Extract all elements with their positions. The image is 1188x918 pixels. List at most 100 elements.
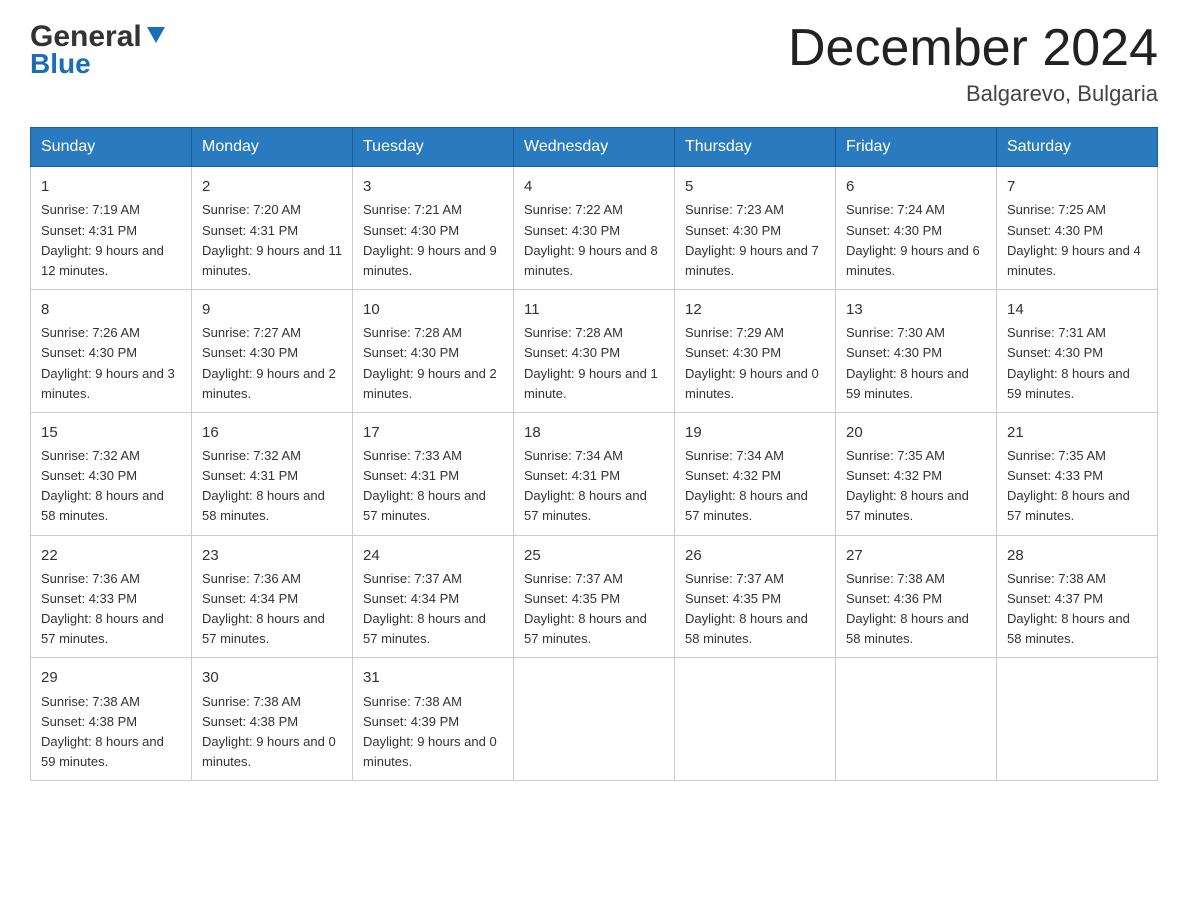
table-row: 3 Sunrise: 7:21 AMSunset: 4:30 PMDayligh… (353, 167, 514, 290)
day-number: 13 (846, 298, 986, 321)
day-info: Sunrise: 7:35 AMSunset: 4:33 PMDaylight:… (1007, 448, 1130, 523)
table-row: 9 Sunrise: 7:27 AMSunset: 4:30 PMDayligh… (192, 290, 353, 413)
day-info: Sunrise: 7:36 AMSunset: 4:34 PMDaylight:… (202, 571, 325, 646)
table-row: 30 Sunrise: 7:38 AMSunset: 4:38 PMDaylig… (192, 658, 353, 781)
day-number: 4 (524, 175, 664, 198)
table-row (836, 658, 997, 781)
day-info: Sunrise: 7:36 AMSunset: 4:33 PMDaylight:… (41, 571, 164, 646)
day-number: 9 (202, 298, 342, 321)
day-info: Sunrise: 7:24 AMSunset: 4:30 PMDaylight:… (846, 202, 980, 277)
day-info: Sunrise: 7:26 AMSunset: 4:30 PMDaylight:… (41, 325, 175, 400)
table-row: 31 Sunrise: 7:38 AMSunset: 4:39 PMDaylig… (353, 658, 514, 781)
table-row: 22 Sunrise: 7:36 AMSunset: 4:33 PMDaylig… (31, 535, 192, 658)
table-row: 16 Sunrise: 7:32 AMSunset: 4:31 PMDaylig… (192, 412, 353, 535)
table-row: 21 Sunrise: 7:35 AMSunset: 4:33 PMDaylig… (997, 412, 1158, 535)
calendar-week-row: 15 Sunrise: 7:32 AMSunset: 4:30 PMDaylig… (31, 412, 1158, 535)
col-wednesday: Wednesday (514, 128, 675, 167)
day-info: Sunrise: 7:22 AMSunset: 4:30 PMDaylight:… (524, 202, 658, 277)
day-number: 26 (685, 544, 825, 567)
day-number: 1 (41, 175, 181, 198)
day-info: Sunrise: 7:21 AMSunset: 4:30 PMDaylight:… (363, 202, 497, 277)
day-info: Sunrise: 7:20 AMSunset: 4:31 PMDaylight:… (202, 202, 342, 277)
table-row: 24 Sunrise: 7:37 AMSunset: 4:34 PMDaylig… (353, 535, 514, 658)
calendar-week-row: 8 Sunrise: 7:26 AMSunset: 4:30 PMDayligh… (31, 290, 1158, 413)
day-info: Sunrise: 7:30 AMSunset: 4:30 PMDaylight:… (846, 325, 969, 400)
table-row: 15 Sunrise: 7:32 AMSunset: 4:30 PMDaylig… (31, 412, 192, 535)
table-row: 27 Sunrise: 7:38 AMSunset: 4:36 PMDaylig… (836, 535, 997, 658)
day-number: 16 (202, 421, 342, 444)
col-friday: Friday (836, 128, 997, 167)
table-row: 8 Sunrise: 7:26 AMSunset: 4:30 PMDayligh… (31, 290, 192, 413)
day-number: 17 (363, 421, 503, 444)
table-row: 10 Sunrise: 7:28 AMSunset: 4:30 PMDaylig… (353, 290, 514, 413)
day-info: Sunrise: 7:37 AMSunset: 4:35 PMDaylight:… (524, 571, 647, 646)
day-info: Sunrise: 7:29 AMSunset: 4:30 PMDaylight:… (685, 325, 819, 400)
table-row: 29 Sunrise: 7:38 AMSunset: 4:38 PMDaylig… (31, 658, 192, 781)
col-monday: Monday (192, 128, 353, 167)
day-info: Sunrise: 7:38 AMSunset: 4:36 PMDaylight:… (846, 571, 969, 646)
title-block: December 2024 Balgarevo, Bulgaria (788, 20, 1158, 107)
col-sunday: Sunday (31, 128, 192, 167)
table-row: 1 Sunrise: 7:19 AMSunset: 4:31 PMDayligh… (31, 167, 192, 290)
day-number: 8 (41, 298, 181, 321)
table-row: 19 Sunrise: 7:34 AMSunset: 4:32 PMDaylig… (675, 412, 836, 535)
table-row: 23 Sunrise: 7:36 AMSunset: 4:34 PMDaylig… (192, 535, 353, 658)
day-number: 15 (41, 421, 181, 444)
table-row: 12 Sunrise: 7:29 AMSunset: 4:30 PMDaylig… (675, 290, 836, 413)
month-title: December 2024 (788, 20, 1158, 77)
day-number: 18 (524, 421, 664, 444)
table-row: 14 Sunrise: 7:31 AMSunset: 4:30 PMDaylig… (997, 290, 1158, 413)
table-row (675, 658, 836, 781)
day-info: Sunrise: 7:37 AMSunset: 4:34 PMDaylight:… (363, 571, 486, 646)
table-row: 7 Sunrise: 7:25 AMSunset: 4:30 PMDayligh… (997, 167, 1158, 290)
day-info: Sunrise: 7:37 AMSunset: 4:35 PMDaylight:… (685, 571, 808, 646)
day-info: Sunrise: 7:32 AMSunset: 4:30 PMDaylight:… (41, 448, 164, 523)
table-row: 26 Sunrise: 7:37 AMSunset: 4:35 PMDaylig… (675, 535, 836, 658)
day-info: Sunrise: 7:38 AMSunset: 4:38 PMDaylight:… (202, 694, 336, 769)
day-info: Sunrise: 7:25 AMSunset: 4:30 PMDaylight:… (1007, 202, 1141, 277)
calendar-header-row: Sunday Monday Tuesday Wednesday Thursday… (31, 128, 1158, 167)
table-row: 28 Sunrise: 7:38 AMSunset: 4:37 PMDaylig… (997, 535, 1158, 658)
table-row: 18 Sunrise: 7:34 AMSunset: 4:31 PMDaylig… (514, 412, 675, 535)
day-number: 20 (846, 421, 986, 444)
calendar-table: Sunday Monday Tuesday Wednesday Thursday… (30, 127, 1158, 781)
day-number: 7 (1007, 175, 1147, 198)
table-row: 11 Sunrise: 7:28 AMSunset: 4:30 PMDaylig… (514, 290, 675, 413)
table-row: 2 Sunrise: 7:20 AMSunset: 4:31 PMDayligh… (192, 167, 353, 290)
location-text: Balgarevo, Bulgaria (788, 81, 1158, 107)
table-row: 6 Sunrise: 7:24 AMSunset: 4:30 PMDayligh… (836, 167, 997, 290)
calendar-week-row: 1 Sunrise: 7:19 AMSunset: 4:31 PMDayligh… (31, 167, 1158, 290)
day-number: 27 (846, 544, 986, 567)
day-info: Sunrise: 7:35 AMSunset: 4:32 PMDaylight:… (846, 448, 969, 523)
day-number: 25 (524, 544, 664, 567)
table-row: 25 Sunrise: 7:37 AMSunset: 4:35 PMDaylig… (514, 535, 675, 658)
day-number: 29 (41, 666, 181, 689)
logo-blue-text: Blue (30, 48, 91, 80)
day-number: 5 (685, 175, 825, 198)
day-number: 23 (202, 544, 342, 567)
day-info: Sunrise: 7:19 AMSunset: 4:31 PMDaylight:… (41, 202, 164, 277)
day-number: 22 (41, 544, 181, 567)
day-info: Sunrise: 7:28 AMSunset: 4:30 PMDaylight:… (524, 325, 658, 400)
calendar-week-row: 22 Sunrise: 7:36 AMSunset: 4:33 PMDaylig… (31, 535, 1158, 658)
logo-arrow-icon (145, 23, 167, 50)
day-number: 31 (363, 666, 503, 689)
day-number: 10 (363, 298, 503, 321)
day-info: Sunrise: 7:34 AMSunset: 4:32 PMDaylight:… (685, 448, 808, 523)
table-row: 4 Sunrise: 7:22 AMSunset: 4:30 PMDayligh… (514, 167, 675, 290)
table-row: 20 Sunrise: 7:35 AMSunset: 4:32 PMDaylig… (836, 412, 997, 535)
day-info: Sunrise: 7:38 AMSunset: 4:39 PMDaylight:… (363, 694, 497, 769)
day-number: 28 (1007, 544, 1147, 567)
day-number: 24 (363, 544, 503, 567)
day-number: 14 (1007, 298, 1147, 321)
table-row (997, 658, 1158, 781)
day-info: Sunrise: 7:23 AMSunset: 4:30 PMDaylight:… (685, 202, 819, 277)
day-number: 3 (363, 175, 503, 198)
logo: General Blue (30, 20, 167, 80)
day-number: 11 (524, 298, 664, 321)
col-tuesday: Tuesday (353, 128, 514, 167)
day-info: Sunrise: 7:31 AMSunset: 4:30 PMDaylight:… (1007, 325, 1130, 400)
day-info: Sunrise: 7:28 AMSunset: 4:30 PMDaylight:… (363, 325, 497, 400)
table-row: 5 Sunrise: 7:23 AMSunset: 4:30 PMDayligh… (675, 167, 836, 290)
day-number: 21 (1007, 421, 1147, 444)
